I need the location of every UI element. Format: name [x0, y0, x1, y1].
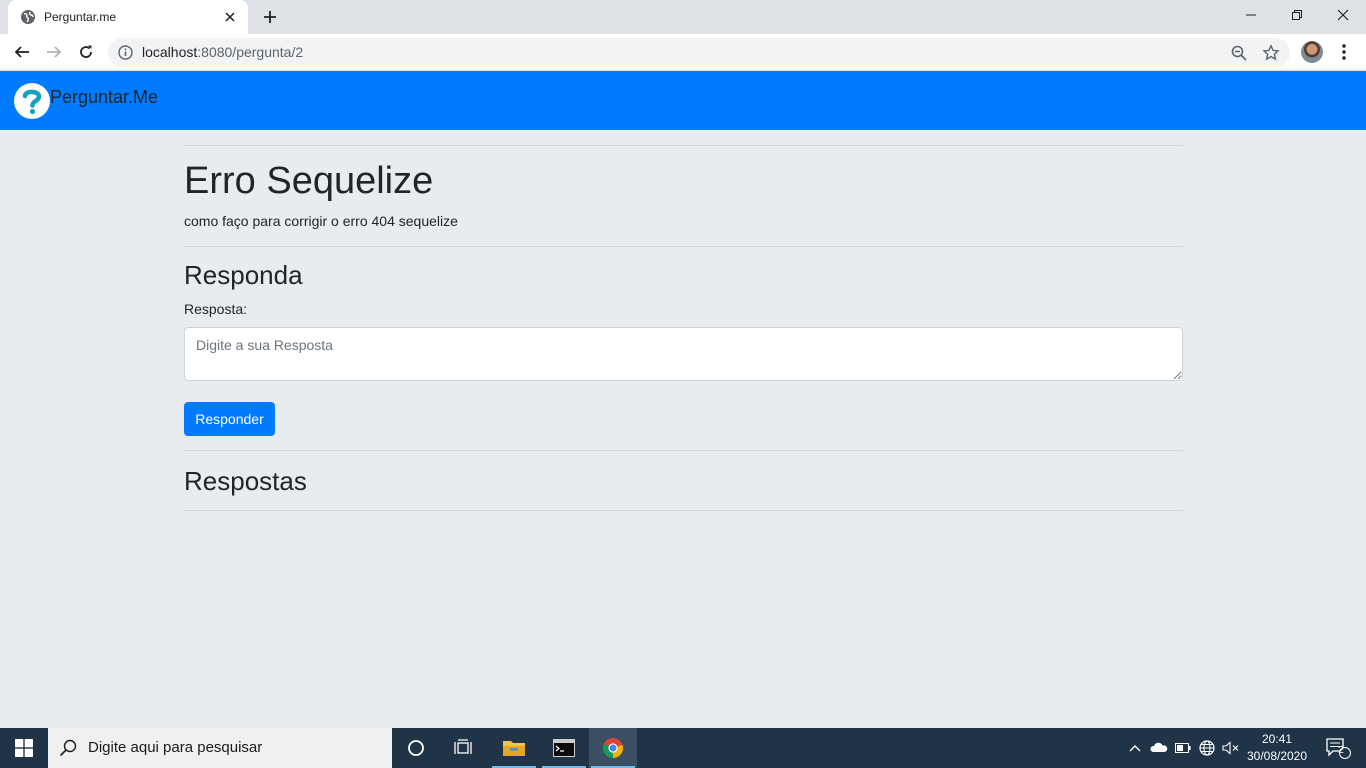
site-navbar: Perguntar.Me — [0, 71, 1366, 130]
browser-tab[interactable]: Perguntar.me — [8, 0, 248, 34]
close-window-button[interactable] — [1320, 0, 1366, 30]
windows-start-icon[interactable] — [0, 728, 48, 768]
reload-icon[interactable] — [72, 38, 100, 66]
more-menu-icon[interactable] — [1334, 42, 1354, 62]
answers-heading: Respostas — [184, 466, 307, 496]
system-clock[interactable]: 20:41 30/08/2020 — [1240, 731, 1314, 765]
taskbar-search-placeholder: Digite aqui para pesquisar — [88, 739, 263, 756]
address-bar[interactable]: localhost:8080/pergunta/2 — [108, 38, 1290, 67]
divider — [184, 145, 1183, 146]
file-explorer-icon[interactable] — [490, 728, 538, 768]
battery-icon[interactable] — [1172, 728, 1194, 768]
show-hidden-icons-chevron-icon[interactable] — [1124, 728, 1146, 768]
clock-time: 20:41 — [1261, 732, 1293, 746]
info-icon[interactable] — [118, 45, 133, 60]
clock-date: 30/08/2020 — [1246, 749, 1308, 763]
answer-label: Resposta: — [184, 301, 248, 317]
browser-toolbar: localhost:8080/pergunta/2 — [0, 34, 1366, 71]
zoom-icon[interactable] — [1230, 44, 1248, 62]
close-tab-icon[interactable] — [222, 9, 238, 25]
terminal-icon[interactable] — [540, 728, 588, 768]
question-mark-logo-icon[interactable] — [14, 83, 50, 119]
respond-button[interactable]: Responder — [184, 402, 275, 436]
question-description: como faço para corrigir o erro 404 seque… — [184, 213, 458, 229]
tab-title: Perguntar.me — [44, 10, 117, 24]
divider — [184, 510, 1183, 511]
url-text: localhost:8080/pergunta/2 — [142, 44, 303, 60]
question-title: Erro Sequelize — [184, 160, 434, 202]
answer-textarea[interactable] — [184, 327, 1183, 381]
url-path: :8080/pergunta/2 — [197, 44, 304, 60]
answer-form-heading: Responda — [184, 260, 303, 290]
browser-tabstrip: Perguntar.me — [0, 0, 1366, 34]
forward-arrow-icon[interactable] — [40, 38, 68, 66]
chrome-icon[interactable] — [589, 728, 637, 768]
back-arrow-icon[interactable] — [8, 38, 36, 66]
divider — [184, 450, 1183, 451]
task-view-icon[interactable] — [440, 728, 488, 768]
taskbar-search-box[interactable]: Digite aqui para pesquisar — [48, 728, 392, 768]
cortana-icon[interactable] — [392, 728, 440, 768]
profile-avatar[interactable] — [1301, 41, 1323, 63]
network-globe-icon[interactable] — [1196, 728, 1218, 768]
minimize-button[interactable] — [1228, 0, 1274, 30]
url-host: localhost — [142, 44, 198, 60]
onedrive-icon[interactable] — [1148, 728, 1170, 768]
bookmark-star-icon[interactable] — [1262, 44, 1280, 62]
search-icon — [58, 738, 78, 758]
notification-count-badge: 2 — [1338, 745, 1344, 756]
action-center-icon[interactable]: 2 — [1318, 728, 1358, 768]
volume-muted-icon[interactable] — [1219, 728, 1241, 768]
new-tab-button[interactable] — [258, 6, 282, 28]
restore-button[interactable] — [1274, 0, 1320, 30]
windows-taskbar: Digite aqui para pesquisar 20:41 30/08/2… — [0, 728, 1366, 768]
brand-name[interactable]: Perguntar.Me — [50, 87, 158, 108]
divider — [184, 246, 1183, 247]
globe-icon — [20, 9, 36, 25]
